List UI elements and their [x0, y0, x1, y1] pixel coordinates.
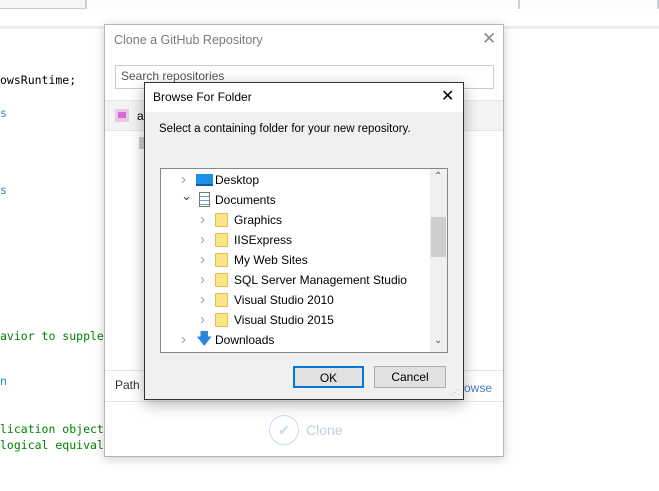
browse-for-folder-dialog: Browse For Folder ✕ Select a containing … [144, 82, 464, 400]
clone-button[interactable]: Clone [306, 422, 343, 438]
tree-item-label: Visual Studio 2015 [234, 313, 334, 327]
browse-link[interactable]: rowse [460, 381, 492, 395]
chevron-right-icon[interactable]: › [200, 290, 205, 310]
instruction-text: Select a containing folder for your new … [159, 123, 411, 135]
code-line: avior to supplem [0, 329, 111, 343]
code-line: owsRuntime; [0, 73, 77, 87]
chevron-right-icon[interactable]: › [200, 230, 205, 250]
toolbar-dropdown[interactable] [85, 0, 521, 9]
chevron-right-icon[interactable]: › [181, 330, 186, 350]
code-line: n [0, 374, 7, 388]
dialog-title: Browse For Folder [153, 90, 252, 104]
code-line: s [0, 183, 7, 197]
tree-item[interactable]: ⌄ Documents [161, 188, 429, 210]
chevron-right-icon[interactable]: › [200, 270, 205, 290]
close-icon[interactable]: ✕ [482, 29, 496, 49]
tree-item[interactable]: › Visual Studio 2010 [161, 290, 429, 310]
downloads-icon: 🡇 [196, 329, 213, 348]
scrollbar-thumb[interactable] [431, 217, 446, 257]
checkmark-icon[interactable]: ✔ [269, 415, 299, 445]
chevron-right-icon[interactable]: › [200, 310, 205, 330]
folder-icon [215, 293, 228, 307]
folder-icon [215, 233, 228, 247]
close-icon[interactable]: ✕ [441, 86, 454, 106]
tree-item[interactable]: › Graphics [161, 210, 429, 230]
code-line: s [0, 106, 7, 120]
folder-icon [215, 313, 228, 327]
title-bar: Browse For Folder ✕ [145, 83, 463, 112]
tree-item[interactable]: › Visual Studio 2015 [161, 310, 429, 330]
tree-item-label: Desktop [215, 173, 260, 187]
tree-item[interactable]: › Desktop [161, 170, 429, 190]
folder-icon [215, 213, 228, 227]
chevron-right-icon[interactable]: › [200, 250, 205, 270]
documents-icon [199, 192, 210, 207]
scroll-up-icon[interactable]: ⌃ [434, 171, 442, 182]
divider [105, 401, 503, 402]
folder-icon [215, 273, 228, 287]
repo-avatar-icon [115, 109, 129, 122]
ok-button[interactable]: OK [293, 366, 364, 388]
tree-item-label: My Web Sites [234, 253, 308, 267]
tree-item-label: IISExpress [234, 233, 293, 247]
chevron-right-icon[interactable]: › [200, 210, 205, 230]
tree-item-label: Visual Studio 2010 [234, 293, 334, 307]
path-label: Path [115, 378, 140, 392]
repo-name: a [137, 109, 144, 123]
code-line: logical equivale [0, 438, 111, 452]
folder-tree[interactable]: › Desktop ⌄ Documents › Graphics › IISExpress › M… [160, 168, 448, 353]
tree-item-label: Documents [215, 193, 276, 207]
resize-grip-icon[interactable]: ⋰ [451, 388, 459, 397]
scroll-down-icon[interactable]: ⌄ [434, 335, 442, 346]
tree-item-label: Graphics [234, 213, 283, 227]
scrollbar[interactable]: ⌃ ⌄ [430, 169, 447, 352]
dialog-title: Clone a GitHub Repository [114, 33, 263, 47]
tree-item[interactable]: › 🡇 Downloads [161, 329, 429, 350]
cancel-button[interactable]: Cancel [374, 366, 446, 388]
code-line: lication object. [0, 422, 111, 436]
tree-item[interactable]: › My Web Sites [161, 250, 429, 270]
chevron-down-icon[interactable]: ⌄ [181, 186, 192, 206]
desktop-icon [196, 174, 213, 186]
tree-item[interactable]: › SQL Server Management Studio [161, 270, 429, 290]
tree-item[interactable]: › IISExpress [161, 230, 429, 250]
tree-item-label: Downloads [215, 333, 275, 347]
tree-item-label: SQL Server Management Studio [234, 273, 407, 287]
folder-icon [215, 253, 228, 267]
toolbar-dropdown[interactable] [518, 0, 659, 9]
